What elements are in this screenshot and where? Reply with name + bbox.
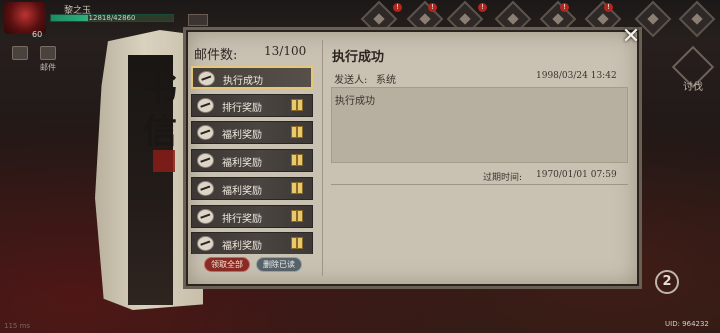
mail-item[interactable]: 排行奖励 bbox=[191, 94, 313, 117]
badge-1: ! bbox=[393, 3, 402, 12]
letter-icon bbox=[197, 153, 214, 168]
mail-icon bbox=[40, 46, 56, 60]
mail-item-title: 福利奖励 bbox=[222, 241, 262, 252]
gift-icon bbox=[291, 182, 303, 194]
side-button-label-mail: 邮件 bbox=[40, 63, 56, 72]
mail-list[interactable]: 执行成功 排行奖励 福利奖励 福利奖励 福利奖励 排行奖励 福利奖励 bbox=[190, 64, 316, 254]
letter-icon bbox=[197, 236, 214, 251]
letter-icon bbox=[197, 98, 214, 113]
mail-item[interactable]: 福利奖励 bbox=[191, 149, 313, 172]
send-date: 1998/03/24 13:42 bbox=[536, 71, 617, 81]
side-button-1[interactable] bbox=[8, 46, 32, 62]
menu-icon-8[interactable] bbox=[678, 0, 716, 38]
close-button[interactable]: ✕ bbox=[620, 26, 642, 48]
mail-count-label: 邮件数: bbox=[194, 48, 238, 63]
mail-item[interactable]: 福利奖励 bbox=[191, 121, 313, 144]
xp-text: 12818/42860 bbox=[88, 14, 136, 22]
gate-icon[interactable] bbox=[188, 14, 208, 26]
player-level: 60 bbox=[32, 30, 43, 39]
badge-6: ! bbox=[604, 3, 613, 12]
mail-content-text: 执行成功 bbox=[335, 96, 375, 107]
corner-number-button[interactable]: 2 bbox=[655, 270, 679, 294]
mail-item[interactable]: 排行奖励 bbox=[191, 205, 313, 228]
gift-icon bbox=[291, 154, 303, 166]
mail-item-title: 执行成功 bbox=[223, 76, 263, 87]
mail-item-title: 福利奖励 bbox=[222, 158, 262, 169]
claim-all-button[interactable]: 领取全部 bbox=[204, 257, 250, 272]
mail-item[interactable]: 执行成功 bbox=[191, 66, 313, 89]
letter-icon bbox=[198, 71, 215, 86]
delete-read-button[interactable]: 删除已读 bbox=[256, 257, 302, 272]
latency-text: 115 ms bbox=[4, 322, 31, 330]
panel-divider bbox=[322, 40, 323, 276]
mail-item[interactable]: 福利奖励 bbox=[191, 177, 313, 200]
red-seal bbox=[153, 150, 175, 172]
mail-detail-title: 执行成功 bbox=[332, 50, 385, 65]
expire-label: 过期时间: bbox=[483, 173, 523, 183]
gift-icon bbox=[291, 99, 303, 111]
mail-item-title: 福利奖励 bbox=[222, 186, 262, 197]
badge-2: ! bbox=[428, 3, 437, 12]
settings-icon bbox=[12, 46, 28, 60]
mail-item-title: 排行奖励 bbox=[222, 214, 262, 225]
crusade-label: 讨伐 bbox=[683, 82, 703, 93]
badge-5: ! bbox=[560, 3, 569, 12]
gift-icon bbox=[291, 210, 303, 222]
mail-content-box bbox=[331, 87, 628, 163]
mail-item[interactable]: 福利奖励 bbox=[191, 232, 313, 254]
sender-name: 系统 bbox=[376, 75, 396, 86]
letter-icon bbox=[197, 209, 214, 224]
expire-divider bbox=[331, 184, 628, 185]
gift-icon bbox=[291, 126, 303, 138]
letter-icon bbox=[197, 181, 214, 196]
letter-icon bbox=[197, 125, 214, 140]
sender-label: 发送人: bbox=[334, 75, 368, 86]
badge-3: ! bbox=[478, 3, 487, 12]
mail-item-title: 福利奖励 bbox=[222, 130, 262, 141]
scroll-char-2: 信 bbox=[143, 112, 177, 152]
mail-item-title: 排行奖励 bbox=[222, 103, 262, 114]
expire-time: 1970/01/01 07:59 bbox=[536, 170, 617, 180]
gift-icon bbox=[291, 237, 303, 249]
mail-count-value: 13/100 bbox=[264, 44, 307, 58]
side-button-mail[interactable]: 邮件 bbox=[36, 46, 60, 73]
uid-text: UID: 964232 bbox=[665, 320, 709, 328]
xp-bar: 12818/42860 bbox=[50, 14, 174, 22]
